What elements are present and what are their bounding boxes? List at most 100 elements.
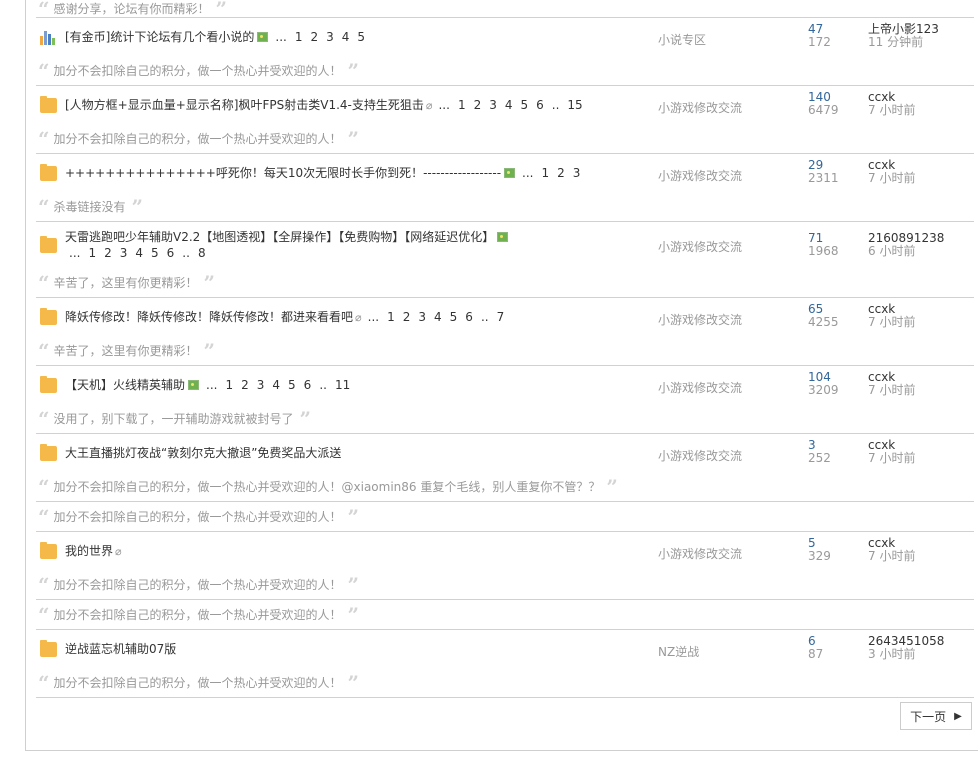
thread-row[interactable]: +++++++++++++++呼死你！每天10次无限时长手你到死！-------… bbox=[36, 154, 974, 192]
view-count: 6479 bbox=[808, 103, 839, 117]
page-link[interactable]: 5 bbox=[357, 30, 365, 44]
thread-title-link[interactable]: 我的世界 bbox=[65, 544, 113, 558]
quote-text: 杀毒链接没有 bbox=[53, 200, 126, 214]
page-link[interactable]: 2 bbox=[474, 98, 482, 112]
thread-row[interactable]: 大王直播挑灯夜战“敦刻尔克大撤退”免费奖品大派送 小游戏修改交流 3 252 ccxk 7… bbox=[36, 434, 974, 472]
page-link[interactable]: 2 bbox=[557, 166, 565, 180]
page-link[interactable]: 6 bbox=[304, 378, 312, 392]
last-post-time[interactable]: 7 小时前 bbox=[868, 316, 915, 329]
last-post-time[interactable]: 7 小时前 bbox=[868, 452, 915, 465]
thread-list: “感谢分享，论坛有你而精彩！” [有金币]统计下论坛有几个看小说的... 1 2 3 4 5… bbox=[36, 0, 974, 698]
folder-icon bbox=[40, 236, 57, 253]
folder-icon bbox=[40, 444, 57, 461]
folder-icon bbox=[40, 376, 57, 393]
quote-text: 加分不会扣除自己的积分，做一个热心并受欢迎的人！ bbox=[53, 578, 342, 592]
page-link[interactable]: 6 bbox=[167, 246, 175, 260]
page-link[interactable]: 5 bbox=[288, 378, 296, 392]
page-link[interactable]: 6 bbox=[536, 98, 544, 112]
page-link: .. bbox=[182, 246, 190, 260]
page-link[interactable]: 4 bbox=[505, 98, 513, 112]
thread-row[interactable]: 【天机】火线精英辅助... 1 2 3 4 5 6.. 11 小游戏修改交流 104 3209 ccx… bbox=[36, 366, 974, 404]
thread-row[interactable]: 天雷逃跑吧少年辅助V2.2【地图透视】【全屏操作】【免费购物】【网络延迟优化】.… bbox=[36, 222, 974, 268]
thread-row[interactable]: 逆战蓝忘机辅助07版 NZ逆战 6 87 2643451058 3 小时前 bbox=[36, 630, 974, 668]
reply-view-counts: 5 329 bbox=[808, 537, 831, 563]
quote-text: 加分不会扣除自己的积分，做一个热心并受欢迎的人！@xiaomin86 重复个毛线… bbox=[53, 480, 601, 494]
page-link[interactable]: 1 bbox=[387, 310, 395, 324]
view-count: 87 bbox=[808, 647, 824, 661]
thread-title-link[interactable]: +++++++++++++++呼死你！每天10次无限时长手你到死！-------… bbox=[65, 166, 501, 180]
page-link[interactable]: 4 bbox=[135, 246, 143, 260]
page-link[interactable]: 5 bbox=[151, 246, 159, 260]
page-link[interactable]: 3 bbox=[489, 98, 497, 112]
thread-title-cell: 降妖传修改！降妖传修改！降妖传修改！都进来看看吧 ⌀... 1 2 3 4 5 6.. 7 bbox=[65, 309, 655, 326]
page-link[interactable]: 1 bbox=[88, 246, 96, 260]
close-quote-icon: ” bbox=[299, 406, 312, 431]
page-link[interactable]: 1 bbox=[542, 166, 550, 180]
last-post-time[interactable]: 7 小时前 bbox=[868, 384, 915, 397]
forum-link[interactable]: 小说专区 bbox=[658, 31, 706, 48]
thread-row[interactable]: [有金币]统计下论坛有几个看小说的... 1 2 3 4 5 小说专区 47 172 上帝小影12… bbox=[36, 18, 974, 56]
thread-title-link[interactable]: 【天机】火线精英辅助 bbox=[65, 378, 185, 392]
reply-quote: “辛苦了，这里有你更精彩！ ” bbox=[36, 268, 974, 298]
page-link[interactable]: 3 bbox=[120, 246, 128, 260]
last-post-time[interactable]: 6 小时前 bbox=[868, 245, 944, 258]
last-post-time[interactable]: 11 分钟前 bbox=[868, 36, 939, 49]
forum-link[interactable]: 小游戏修改交流 bbox=[658, 545, 742, 562]
thread-title-link[interactable]: 逆战蓝忘机辅助07版 bbox=[65, 642, 176, 656]
forum-link[interactable]: 小游戏修改交流 bbox=[658, 447, 742, 464]
forum-link[interactable]: 小游戏修改交流 bbox=[658, 238, 742, 255]
thread-row[interactable]: [人物方框+显示血量+显示名称]枫叶FPS射击类V1.4-支持生死狙击 ⌀... 1… bbox=[36, 86, 974, 124]
page-link[interactable]: 2 bbox=[403, 310, 411, 324]
thread-row[interactable]: 降妖传修改！降妖传修改！降妖传修改！都进来看看吧 ⌀... 1 2 3 4 5 6.. 7 小游戏… bbox=[36, 298, 974, 336]
page-link[interactable]: 3 bbox=[326, 30, 334, 44]
thread-title-link[interactable]: [有金币]统计下论坛有几个看小说的 bbox=[65, 30, 254, 44]
poll-icon bbox=[40, 30, 57, 45]
forum-link[interactable]: NZ逆战 bbox=[658, 643, 699, 660]
page-link[interactable]: 1 bbox=[458, 98, 466, 112]
page-link[interactable]: 3 bbox=[573, 166, 581, 180]
thread-row[interactable]: 我的世界 ⌀ 小游戏修改交流 5 329 ccxk 7 小时前 bbox=[36, 532, 974, 570]
page-link[interactable]: 3 bbox=[418, 310, 426, 324]
image-attachment-icon bbox=[504, 168, 516, 178]
page-link[interactable]: 2 bbox=[104, 246, 112, 260]
last-post-time[interactable]: 7 小时前 bbox=[868, 172, 915, 185]
forum-link[interactable]: 小游戏修改交流 bbox=[658, 311, 742, 328]
open-quote-icon: “ bbox=[38, 338, 50, 363]
thread-title-cell: 天雷逃跑吧少年辅助V2.2【地图透视】【全屏操作】【免费购物】【网络延迟优化】.… bbox=[65, 229, 655, 261]
page-link[interactable]: 6 bbox=[465, 310, 473, 324]
close-quote-icon: ” bbox=[203, 338, 216, 363]
thread-title-link[interactable]: 大王直播挑灯夜战“敦刻尔克大撤退”免费奖品大派送 bbox=[65, 446, 341, 460]
page-link[interactable]: 11 bbox=[335, 378, 350, 392]
page-link[interactable]: 1 bbox=[295, 30, 303, 44]
page-link[interactable]: 5 bbox=[450, 310, 458, 324]
chevron-right-icon: ▶ bbox=[954, 710, 962, 722]
page-link[interactable]: 2 bbox=[310, 30, 318, 44]
page-link[interactable]: 3 bbox=[257, 378, 265, 392]
forum-link[interactable]: 小游戏修改交流 bbox=[658, 99, 742, 116]
last-post-time[interactable]: 7 小时前 bbox=[868, 104, 915, 117]
page-link[interactable]: 1 bbox=[225, 378, 233, 392]
last-post: ccxk 7 小时前 bbox=[868, 91, 915, 117]
close-quote-icon: ” bbox=[347, 58, 360, 83]
open-quote-icon: “ bbox=[38, 0, 50, 18]
page-link[interactable]: 4 bbox=[434, 310, 442, 324]
close-quote-icon: ” bbox=[347, 504, 360, 529]
page-link[interactable]: 4 bbox=[342, 30, 350, 44]
forum-link[interactable]: 小游戏修改交流 bbox=[658, 167, 742, 184]
page-link[interactable]: 2 bbox=[241, 378, 249, 392]
reply-quote: “加分不会扣除自己的积分，做一个热心并受欢迎的人！ ” bbox=[36, 56, 974, 86]
last-post-time[interactable]: 7 小时前 bbox=[868, 550, 915, 563]
thread-title-link[interactable]: 天雷逃跑吧少年辅助V2.2【地图透视】【全屏操作】【免费购物】【网络延迟优化】 bbox=[65, 230, 494, 244]
next-page-button[interactable]: 下一页 ▶ bbox=[900, 702, 972, 730]
thread-title-link[interactable]: [人物方框+显示血量+显示名称]枫叶FPS射击类V1.4-支持生死狙击 bbox=[65, 98, 424, 112]
page-link[interactable]: 7 bbox=[497, 310, 505, 324]
page-link: ... bbox=[367, 310, 380, 324]
reply-quote: “加分不会扣除自己的积分，做一个热心并受欢迎的人！ ” bbox=[36, 570, 974, 600]
page-link[interactable]: 8 bbox=[198, 246, 206, 260]
page-link[interactable]: 4 bbox=[272, 378, 280, 392]
last-post-time[interactable]: 3 小时前 bbox=[868, 648, 944, 661]
thread-title-link[interactable]: 降妖传修改！降妖传修改！降妖传修改！都进来看看吧 bbox=[65, 310, 353, 324]
page-link[interactable]: 15 bbox=[567, 98, 582, 112]
forum-link[interactable]: 小游戏修改交流 bbox=[658, 379, 742, 396]
page-link[interactable]: 5 bbox=[521, 98, 529, 112]
